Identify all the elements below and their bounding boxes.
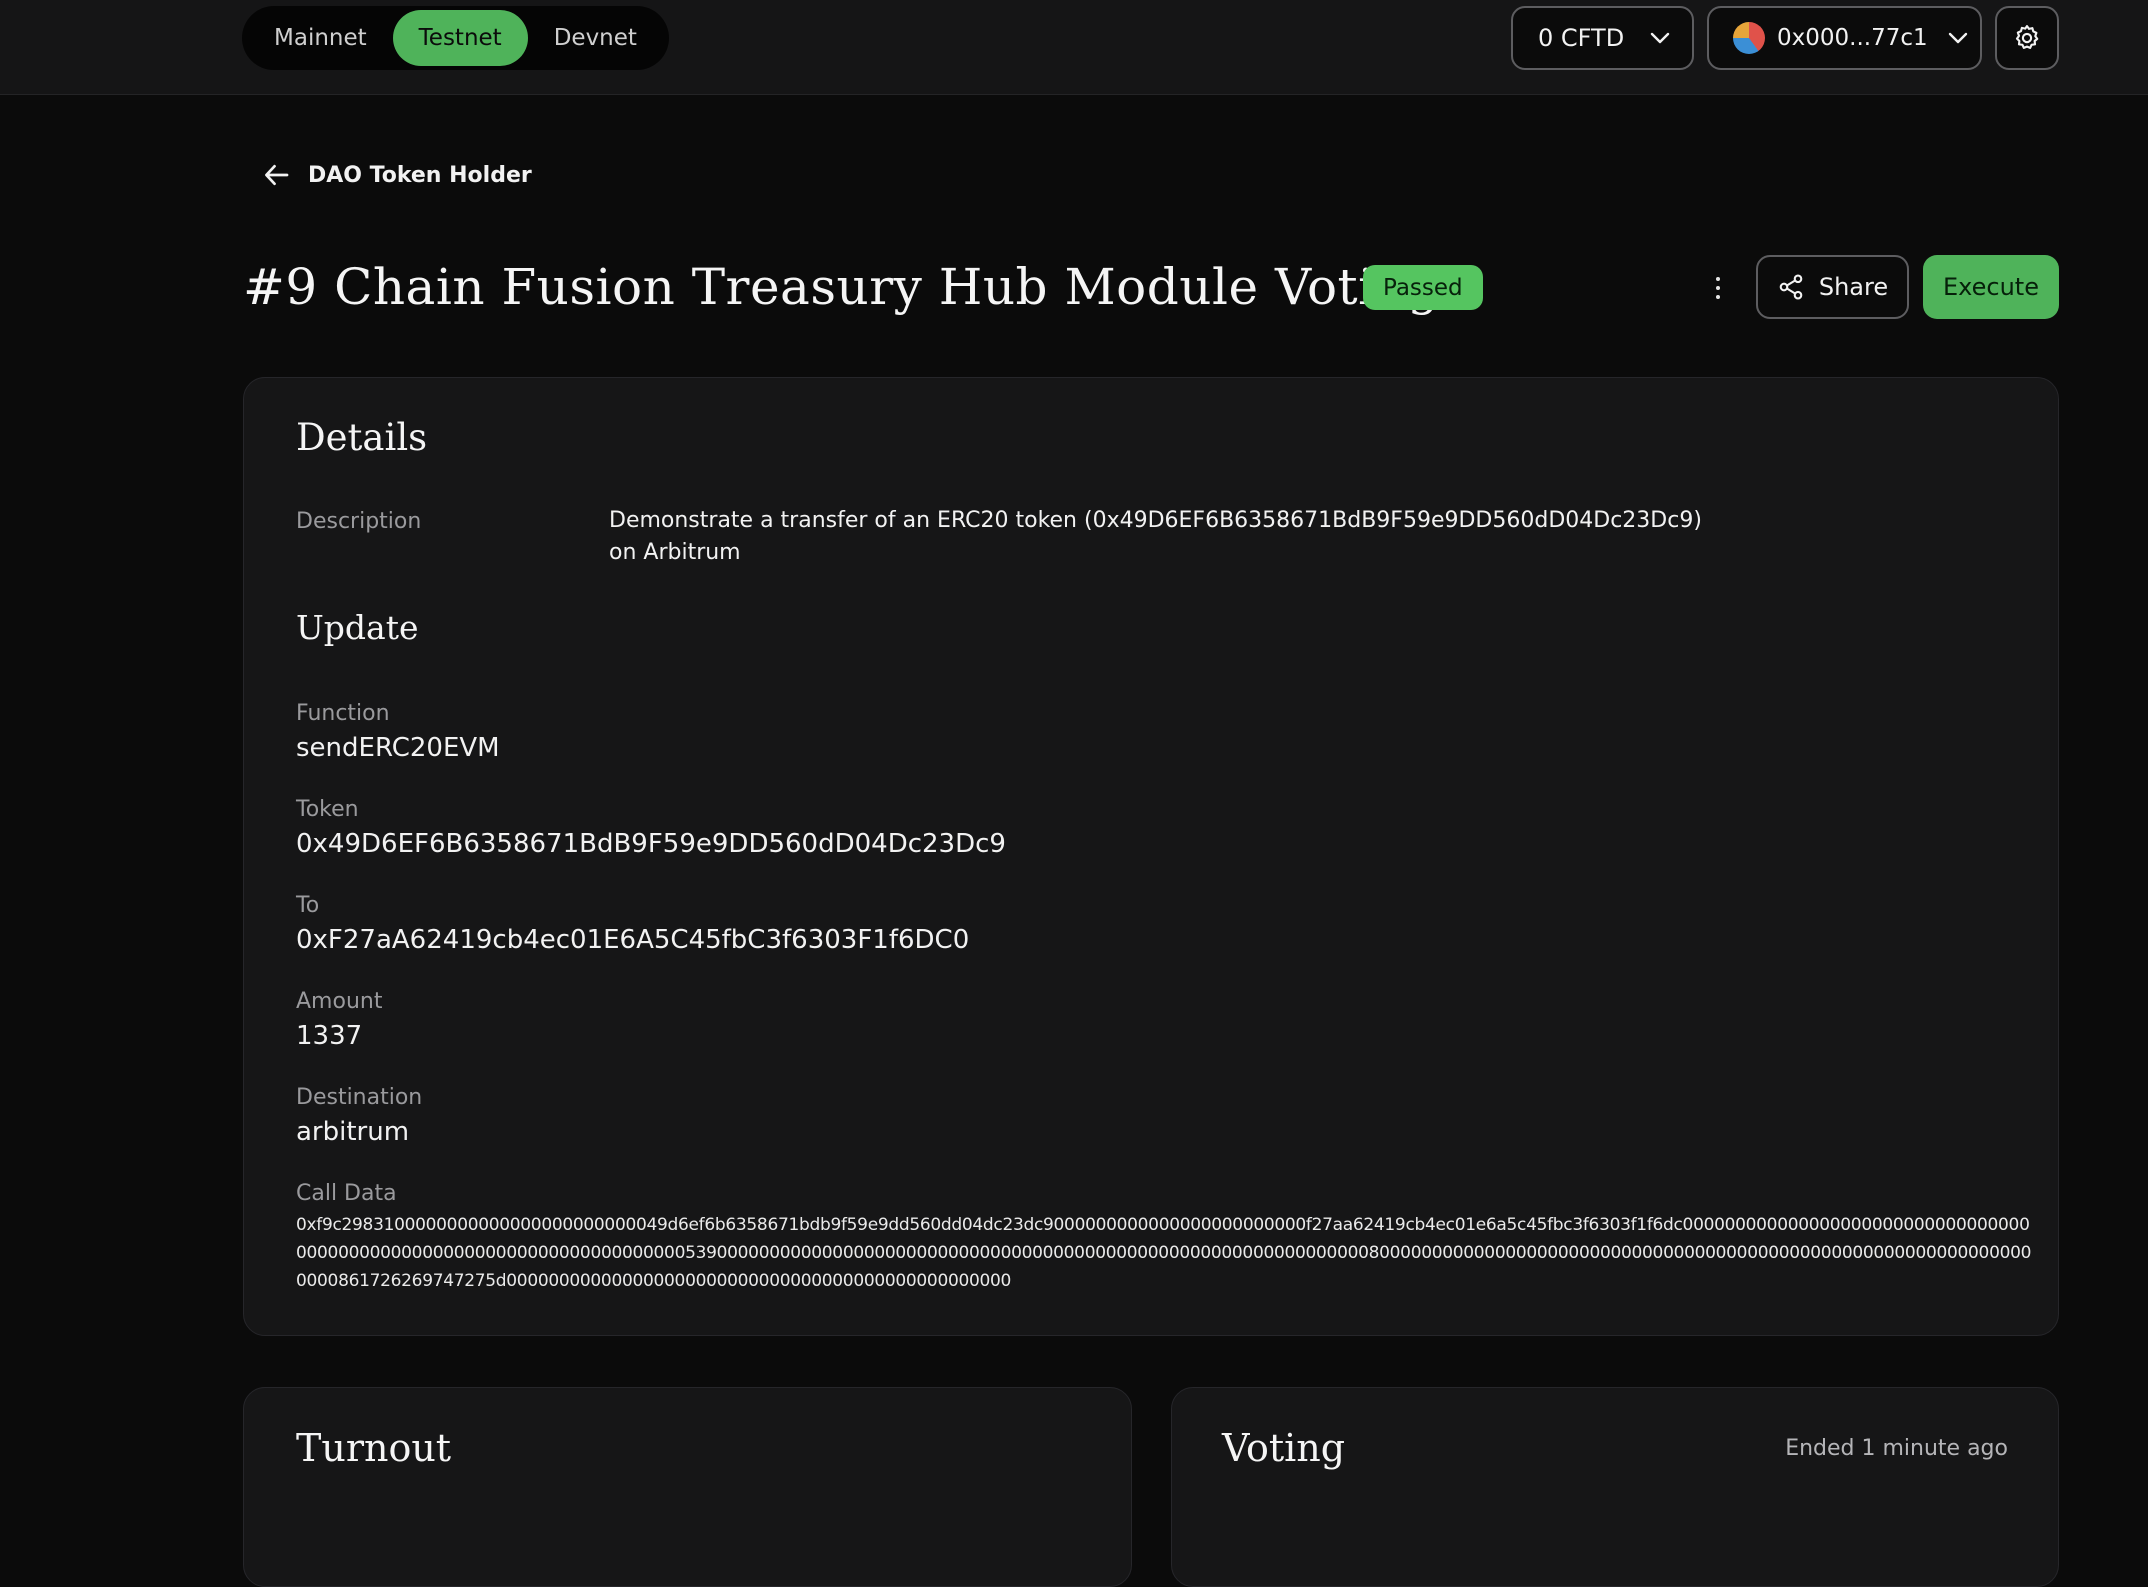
chevron-down-icon	[1948, 32, 1967, 44]
turnout-heading: Turnout	[296, 1426, 452, 1470]
arrow-left-icon	[265, 164, 289, 186]
network-option-testnet[interactable]: Testnet	[392, 10, 528, 66]
back-link-label: DAO Token Holder	[308, 162, 532, 188]
description-value: Demonstrate a transfer of an ERC20 token…	[609, 508, 1702, 565]
turnout-card: Turnout	[243, 1387, 1132, 1587]
network-option-mainnet[interactable]: Mainnet	[248, 10, 393, 66]
chevron-down-icon	[1650, 32, 1670, 44]
balance-label: 0 CFTD	[1538, 24, 1625, 52]
destination-label: Destination	[296, 1085, 423, 1110]
destination-value: arbitrum	[296, 1117, 410, 1147]
amount-label: Amount	[296, 989, 383, 1014]
details-heading: Details	[296, 416, 428, 459]
top-bar: Mainnet Testnet Devnet 0 CFTD 0x000...77…	[0, 0, 2148, 95]
share-icon	[1779, 274, 1803, 300]
kebab-menu-icon	[1716, 277, 1720, 281]
status-badge: Passed	[1363, 265, 1483, 310]
function-value: sendERC20EVM	[296, 733, 500, 763]
voting-status-text: Ended 1 minute ago	[1785, 1436, 2008, 1461]
wallet-dropdown-button[interactable]: 0x000...77c1	[1707, 6, 1982, 70]
back-link[interactable]: DAO Token Holder	[262, 160, 532, 190]
details-card: Details Description Demonstrate a transf…	[243, 377, 2059, 1336]
amount-value: 1337	[296, 1021, 363, 1051]
voting-heading: Voting	[1222, 1426, 1346, 1470]
description-label: Description	[296, 509, 422, 534]
voting-card: Voting Ended 1 minute ago	[1171, 1387, 2059, 1587]
gear-icon	[2015, 25, 2039, 49]
more-options-button[interactable]	[1700, 268, 1736, 308]
function-label: Function	[296, 701, 390, 726]
execute-button[interactable]: Execute	[1923, 255, 2059, 319]
wallet-avatar	[1733, 22, 1765, 54]
update-heading: Update	[296, 608, 419, 647]
wallet-address-label: 0x000...77c1	[1777, 25, 1928, 51]
token-value: 0x49D6EF6B6358671BdB9F59e9DD560dD04Dc23D…	[296, 829, 1006, 859]
network-switch: Mainnet Testnet Devnet	[242, 6, 669, 70]
token-label: Token	[296, 797, 359, 822]
network-option-devnet[interactable]: Devnet	[528, 10, 663, 66]
to-value: 0xF27aA62419cb4ec01E6A5C45fbC3f6303F1f6D…	[296, 925, 970, 955]
to-label: To	[296, 893, 320, 918]
calldata-label: Call Data	[296, 1181, 397, 1206]
share-label: Share	[1818, 273, 1889, 301]
balance-dropdown-button[interactable]: 0 CFTD	[1511, 6, 1694, 70]
share-button[interactable]: Share	[1756, 255, 1909, 319]
settings-button[interactable]	[1995, 6, 2059, 70]
calldata-value: 0xf9c2983100000000000000000000000049d6ef…	[296, 1215, 2032, 1291]
page-title: #9 Chain Fusion Treasury Hub Module Voti…	[243, 258, 1440, 316]
